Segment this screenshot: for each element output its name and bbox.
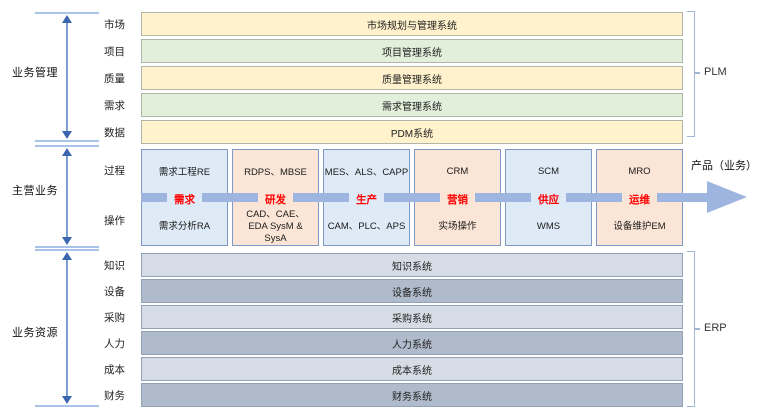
row-label: 知识 [88,253,141,277]
system-bar: 项目管理系统 [141,39,683,63]
system-bar-text: PDM系统 [391,125,433,140]
res-row-procurement: 采购 采购系统 [88,305,683,329]
plm-label: PLM [704,66,727,78]
stage-operation-text: WMS [537,221,560,233]
stage-name: 供应 [531,192,566,209]
row-label: 市场 [88,12,141,36]
section-label-core: 主营业务 [12,182,58,198]
system-bar: 成本系统 [141,357,683,381]
stage-name: 运维 [622,192,657,209]
section-label-resources: 业务资源 [12,324,58,340]
stage-name: 研发 [258,192,293,209]
mgmt-row-data: 数据 PDM系统 [88,120,683,144]
stage-name: 需求 [167,192,202,209]
erp-label: ERP [704,322,727,334]
stage-process-text: 需求工程RE [142,150,227,192]
extent-cap-line [35,246,99,248]
system-bar: 需求管理系统 [141,93,683,117]
system-bar-text: 采购系统 [392,310,432,325]
stage-operation-text: 需求分析RA [159,221,210,233]
row-label: 人力 [88,331,141,355]
stage-name: 生产 [349,192,384,209]
res-row-hr: 人力 人力系统 [88,331,683,355]
stage-operation-text: 实场操作 [438,221,476,233]
stage-process-text: RDPS、MBSE [233,150,318,192]
system-bar: PDM系统 [141,120,683,144]
stage-process-text: SCM [506,150,591,192]
system-bar: 质量管理系统 [141,66,683,90]
extent-arrow-shaft [66,254,68,402]
system-bar-text: 需求管理系统 [382,98,442,113]
stage-operation-text: CAM、PLC、APS [328,221,406,233]
mgmt-row-requirement: 需求 需求管理系统 [88,93,683,117]
system-bar: 人力系统 [141,331,683,355]
extent-arrow-shaft [66,150,68,243]
system-bar: 财务系统 [141,383,683,407]
extent-cap-line [35,145,99,147]
value-chain-arrowhead-icon [707,181,747,213]
res-row-knowledge: 知识 知识系统 [88,253,683,277]
stage-operation-text: CAD、CAE、EDA SysM & SysA [237,209,315,245]
row-label-process: 过程 [88,163,141,177]
system-bar: 知识系统 [141,253,683,277]
res-row-finance: 财务 财务系统 [88,383,683,407]
res-row-equipment: 设备 设备系统 [88,279,683,303]
stage-process-text: MRO [597,150,682,192]
mgmt-row-project: 项目 项目管理系统 [88,39,683,63]
system-bar: 市场规划与管理系统 [141,12,683,36]
arrow-down-icon [62,131,72,139]
enterprise-systems-diagram: 业务管理 市场 市场规划与管理系统 项目 项目管理系统 质量 质量管理系统 需求… [0,0,760,417]
mgmt-row-market: 市场 市场规划与管理系统 [88,12,683,36]
row-label: 项目 [88,39,141,63]
row-label: 财务 [88,383,141,407]
system-bar-text: 知识系统 [392,258,432,273]
row-label: 质量 [88,66,141,90]
row-label: 数据 [88,120,141,144]
plm-bracket-tick [694,72,700,74]
system-bar-text: 设备系统 [392,284,432,299]
arrow-down-icon [62,396,72,404]
stage-process-text: CRM [415,150,500,192]
arrow-down-icon [62,237,72,245]
arrow-up-icon [62,15,72,23]
stage-operation-text: 设备维护EM [613,221,665,233]
res-row-cost: 成本 成本系统 [88,357,683,381]
extent-cap-line [35,249,99,251]
system-bar-text: 市场规划与管理系统 [367,17,457,32]
system-bar-text: 项目管理系统 [382,44,442,59]
system-bar-text: 成本系统 [392,362,432,377]
stage-name: 营销 [440,192,475,209]
row-label: 采购 [88,305,141,329]
row-label: 设备 [88,279,141,303]
stage-process-text: MES、ALS、CAPP [324,150,409,192]
system-bar-text: 人力系统 [392,336,432,351]
row-label: 成本 [88,357,141,381]
output-label: 产品（业务） [691,157,757,173]
system-bar-text: 质量管理系统 [382,71,442,86]
system-bar: 设备系统 [141,279,683,303]
row-label-operation: 操作 [88,213,141,227]
mgmt-row-quality: 质量 质量管理系统 [88,66,683,90]
section-label-management: 业务管理 [12,64,58,80]
erp-bracket-tick [694,328,700,330]
arrow-up-icon [62,252,72,260]
row-label: 需求 [88,93,141,117]
arrow-up-icon [62,148,72,156]
plm-bracket [687,11,695,137]
extent-arrow-shaft [66,17,68,137]
system-bar: 采购系统 [141,305,683,329]
system-bar-text: 财务系统 [392,388,432,403]
